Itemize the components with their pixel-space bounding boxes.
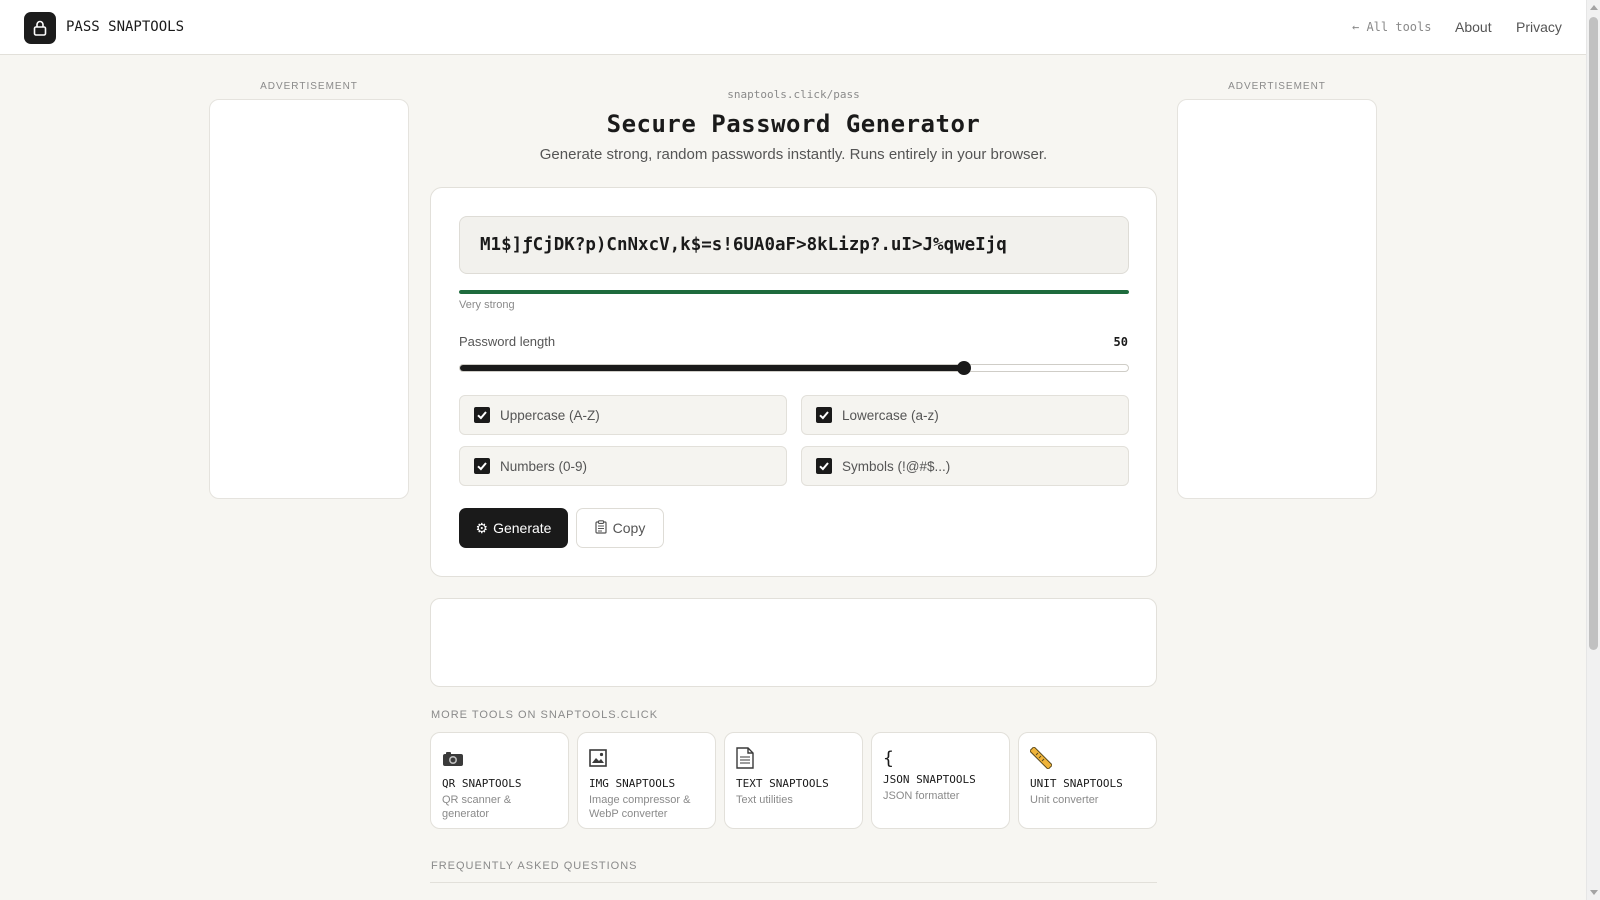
page-title: Secure Password Generator [606,110,981,138]
ad-label-right: ADVERTISEMENT [1228,81,1326,92]
tool-card-qr[interactable]: QR SNAPTOOLS QR scanner & generator [430,732,569,829]
strength-label: Very strong [459,299,515,311]
copy-button[interactable]: Copy [576,508,664,548]
length-slider-handle[interactable] [957,361,972,375]
generate-button-label: Generate [493,520,552,536]
option-symbols[interactable]: Symbols (!@#$...) [801,446,1129,486]
option-uppercase[interactable]: Uppercase (A-Z) [459,395,787,435]
nav-all-tools-link[interactable]: ← All tools [1352,20,1431,34]
option-numbers[interactable]: Numbers (0-9) [459,446,787,486]
gear-icon: ⚙ [475,519,489,536]
strength-meter [459,290,1129,294]
scrollbar-thumb[interactable] [1589,17,1598,650]
uppercase-checkbox[interactable] [474,407,490,423]
numbers-checkbox[interactable] [474,458,490,474]
generator-card: M1$]ƒCjDK?p)CnNxcV,k$=s!6UA0aF>8kLizp?.u… [430,187,1157,577]
scroll-down-arrow-icon[interactable] [1590,890,1598,895]
tool-name: QR SNAPTOOLS [442,777,522,790]
tool-desc: JSON formatter [883,790,960,802]
ad-slot-right[interactable] [1177,99,1377,499]
tool-desc: Unit converter [1030,794,1099,806]
option-label: Lowercase (a-z) [842,407,939,423]
tool-card-json[interactable]: { JSON SNAPTOOLS JSON formatter [871,732,1010,829]
camera-icon [442,747,557,769]
tool-desc: Text utilities [736,794,793,806]
tool-card-img[interactable]: IMG SNAPTOOLS Image compressor & WebP co… [577,732,716,829]
nav-privacy-link[interactable]: Privacy [1516,19,1562,35]
lock-icon[interactable] [24,12,56,44]
faq-divider [430,882,1157,883]
generate-button[interactable]: ⚙ Generate [459,508,568,548]
length-slider-fill [460,365,965,371]
strength-meter-fill [459,290,1129,294]
ruler-icon [1030,747,1145,769]
ad-slot-banner[interactable] [430,598,1157,687]
faq-heading: FREQUENTLY ASKED QUESTIONS [431,860,638,872]
picture-icon [589,747,704,769]
document-icon [736,747,851,769]
ad-slot-left[interactable] [209,99,409,499]
password-output[interactable]: M1$]ƒCjDK?p)CnNxcV,k$=s!6UA0aF>8kLizp?.u… [459,216,1129,274]
tool-card-text[interactable]: TEXT SNAPTOOLS Text utilities [724,732,863,829]
symbols-checkbox[interactable] [816,458,832,474]
option-label: Numbers (0-9) [500,458,588,474]
page-scrollbar[interactable] [1586,0,1600,900]
tool-name: TEXT SNAPTOOLS [736,777,829,790]
tool-desc: QR scanner & generator [442,794,512,820]
lowercase-checkbox[interactable] [816,407,832,423]
tool-desc: Image compressor & WebP converter [589,794,691,820]
brand-name[interactable]: PASS SNAPTOOLS [66,19,184,35]
clipboard-icon [595,519,607,537]
option-lowercase[interactable]: Lowercase (a-z) [801,395,1129,435]
page-subtitle: Generate strong, random passwords instan… [539,146,1048,163]
ad-label-left: ADVERTISEMENT [260,81,358,92]
length-slider[interactable] [459,361,1129,375]
nav-about-link[interactable]: About [1455,19,1492,35]
tool-card-unit[interactable]: UNIT SNAPTOOLS Unit converter [1018,732,1157,829]
top-header: PASS SNAPTOOLS ← All tools About Privacy [0,0,1586,55]
scroll-up-arrow-icon[interactable] [1590,5,1598,10]
option-label: Uppercase (A-Z) [500,407,600,423]
brace-icon: { [883,747,894,769]
tool-name: JSON SNAPTOOLS [883,773,976,786]
more-tools-heading: MORE TOOLS ON SNAPTOOLS.CLICK [431,709,659,721]
option-label: Symbols (!@#$...) [842,458,951,474]
copy-button-label: Copy [612,520,646,536]
length-value: 50 [1113,335,1128,349]
length-label: Password length [459,334,556,349]
tool-name: UNIT SNAPTOOLS [1030,777,1123,790]
tool-name: IMG SNAPTOOLS [589,777,676,790]
page-url: snaptools.click/pass [727,88,860,101]
